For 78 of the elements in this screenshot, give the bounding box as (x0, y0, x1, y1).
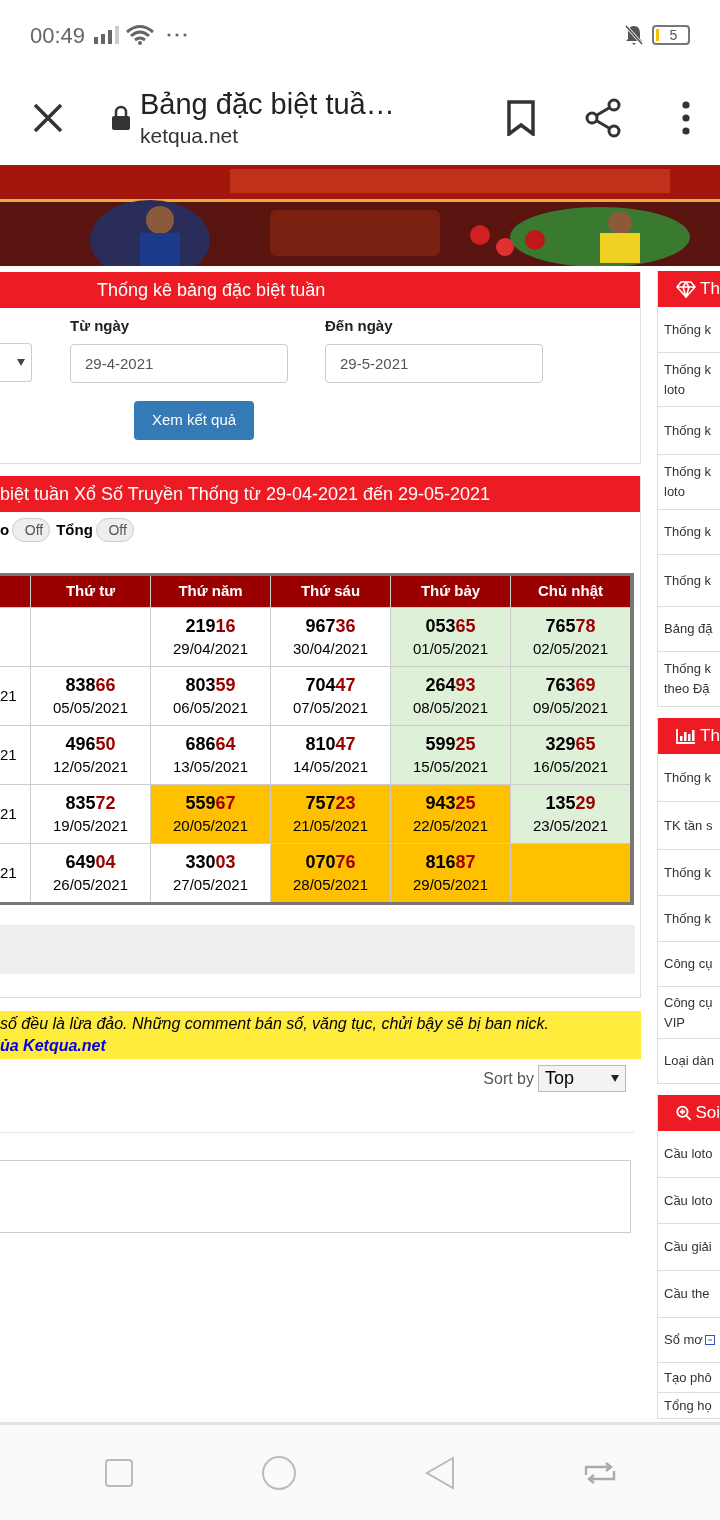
date-input[interactable]: 29-5-2021 (325, 344, 543, 383)
panel-header: biệt tuần Xổ Số Truyền Thống từ 29-04-2021 đến 29-05-2021 (0, 476, 640, 512)
share-icon[interactable] (584, 97, 622, 138)
column-header: Thứ tư (30, 576, 150, 607)
menu-icon[interactable] (682, 100, 690, 135)
sidebar-link[interactable]: Thống k (664, 862, 711, 883)
rotate-icon[interactable] (582, 1460, 617, 1485)
bookmark-icon[interactable] (506, 99, 536, 136)
sidebar-link[interactable]: Tổng họ (664, 1395, 712, 1416)
column-header: Thứ bảy (390, 576, 510, 607)
select-field[interactable] (0, 343, 32, 382)
toggle-switch[interactable]: Off (12, 518, 51, 542)
sidebar-link[interactable]: Công cụ VIP (664, 992, 713, 1033)
table-cell: 94325 22/05/2021 (390, 785, 510, 843)
wifi-icon (125, 24, 156, 46)
sidebar-link[interactable]: Tạo phô (664, 1367, 712, 1388)
sidebar-link[interactable]: Thống k (664, 319, 711, 340)
sidebar-link[interactable]: Cầu loto (664, 1190, 713, 1211)
page-title: Bảng đặc biệt tuầ… (140, 86, 396, 122)
sidebar-link[interactable]: Bảng đặ (664, 619, 713, 639)
muted-bell-icon (624, 24, 644, 46)
page-url: ketqua.net (140, 122, 240, 149)
bar-chart-icon (676, 728, 696, 744)
table-cell: 81687 29/05/2021 (390, 844, 510, 902)
table-cell: 13529 23/05/2021 (510, 785, 630, 843)
sidebar-title: Soi (695, 1102, 720, 1125)
sidebar-link[interactable]: TK tần s (664, 815, 713, 836)
column-header: Thứ sáu (270, 576, 390, 607)
sidebar-link[interactable]: Thống k (664, 908, 711, 929)
lock-icon (111, 104, 131, 131)
submit-button[interactable]: Xem kết quả (134, 401, 254, 440)
zoom-in-icon (676, 1104, 692, 1122)
sidebar-link[interactable]: Thống k (664, 522, 711, 542)
table-cell: 07076 28/05/2021 (270, 844, 390, 902)
sort-select[interactable]: Top (538, 1065, 626, 1092)
sidebar-link[interactable]: Thống k loto (664, 359, 711, 400)
sidebar-title: Th (700, 725, 720, 748)
table-cell: 32965 16/05/2021 (510, 726, 630, 784)
sidebar-link[interactable]: Thống k (664, 767, 711, 788)
toggle-label: Tổng (56, 519, 93, 540)
column-header: Thứ năm (150, 576, 270, 607)
date-input[interactable]: 29-4-2021 (70, 344, 288, 383)
notice-text: số đều là lừa đảo. Những comment bán số, văng tục, chửi bậy sẽ bị ban nick. (0, 1014, 550, 1034)
column-header: Chủ nhật (510, 576, 630, 607)
notice-link[interactable]: ủa Ketqua.net (0, 1037, 106, 1054)
field-label: Đến ngày (325, 316, 394, 336)
caret-icon (611, 1075, 619, 1082)
diamond-icon (676, 280, 696, 298)
table-cell: 75723 21/05/2021 (270, 785, 390, 843)
caret-icon (17, 359, 25, 366)
field-label: Từ ngày (70, 316, 131, 336)
table-cell: 59925 15/05/2021 (390, 726, 510, 784)
toggle-switch[interactable]: Off (95, 518, 134, 542)
more-icon (167, 33, 188, 37)
sidebar-link[interactable]: Thống k loto (664, 462, 711, 502)
sidebar-link[interactable]: Cầu giải (664, 1237, 712, 1257)
battery-indicator: 5 (652, 25, 690, 45)
table-cell: 55967 20/05/2021 (150, 785, 270, 843)
table-cell: 05365 01/05/2021 (390, 608, 510, 666)
sidebar-link[interactable]: Thống k theo Đặ (664, 659, 711, 699)
sidebar-link[interactable]: Thống k (664, 570, 711, 591)
panel-header: Thống kê bảng đặc biệt tuần (0, 272, 640, 308)
sidebar-link[interactable]: Cầu the (664, 1284, 710, 1304)
sidebar-link[interactable]: Cầu loto (664, 1144, 713, 1164)
table-cell: 76369 09/05/2021 (510, 667, 630, 725)
column-header (0, 576, 30, 607)
table-cell: 26493 08/05/2021 (390, 667, 510, 725)
sidebar-title: Th (700, 278, 720, 301)
toggle-label: o (0, 519, 10, 540)
signal-icon (93, 25, 122, 45)
sort-label: Sort by (483, 1068, 534, 1089)
sidebar-link[interactable]: Sổ mơ (664, 1330, 703, 1350)
sidebar-link[interactable]: Thống k (664, 420, 711, 441)
plus-square-icon (704, 1335, 715, 1345)
sidebar-link[interactable]: Loại dàn (664, 1051, 714, 1071)
clock: 00:49 (30, 21, 86, 50)
table-cell: 76578 02/05/2021 (510, 608, 630, 666)
sidebar-link[interactable]: Công cụ (664, 954, 713, 974)
